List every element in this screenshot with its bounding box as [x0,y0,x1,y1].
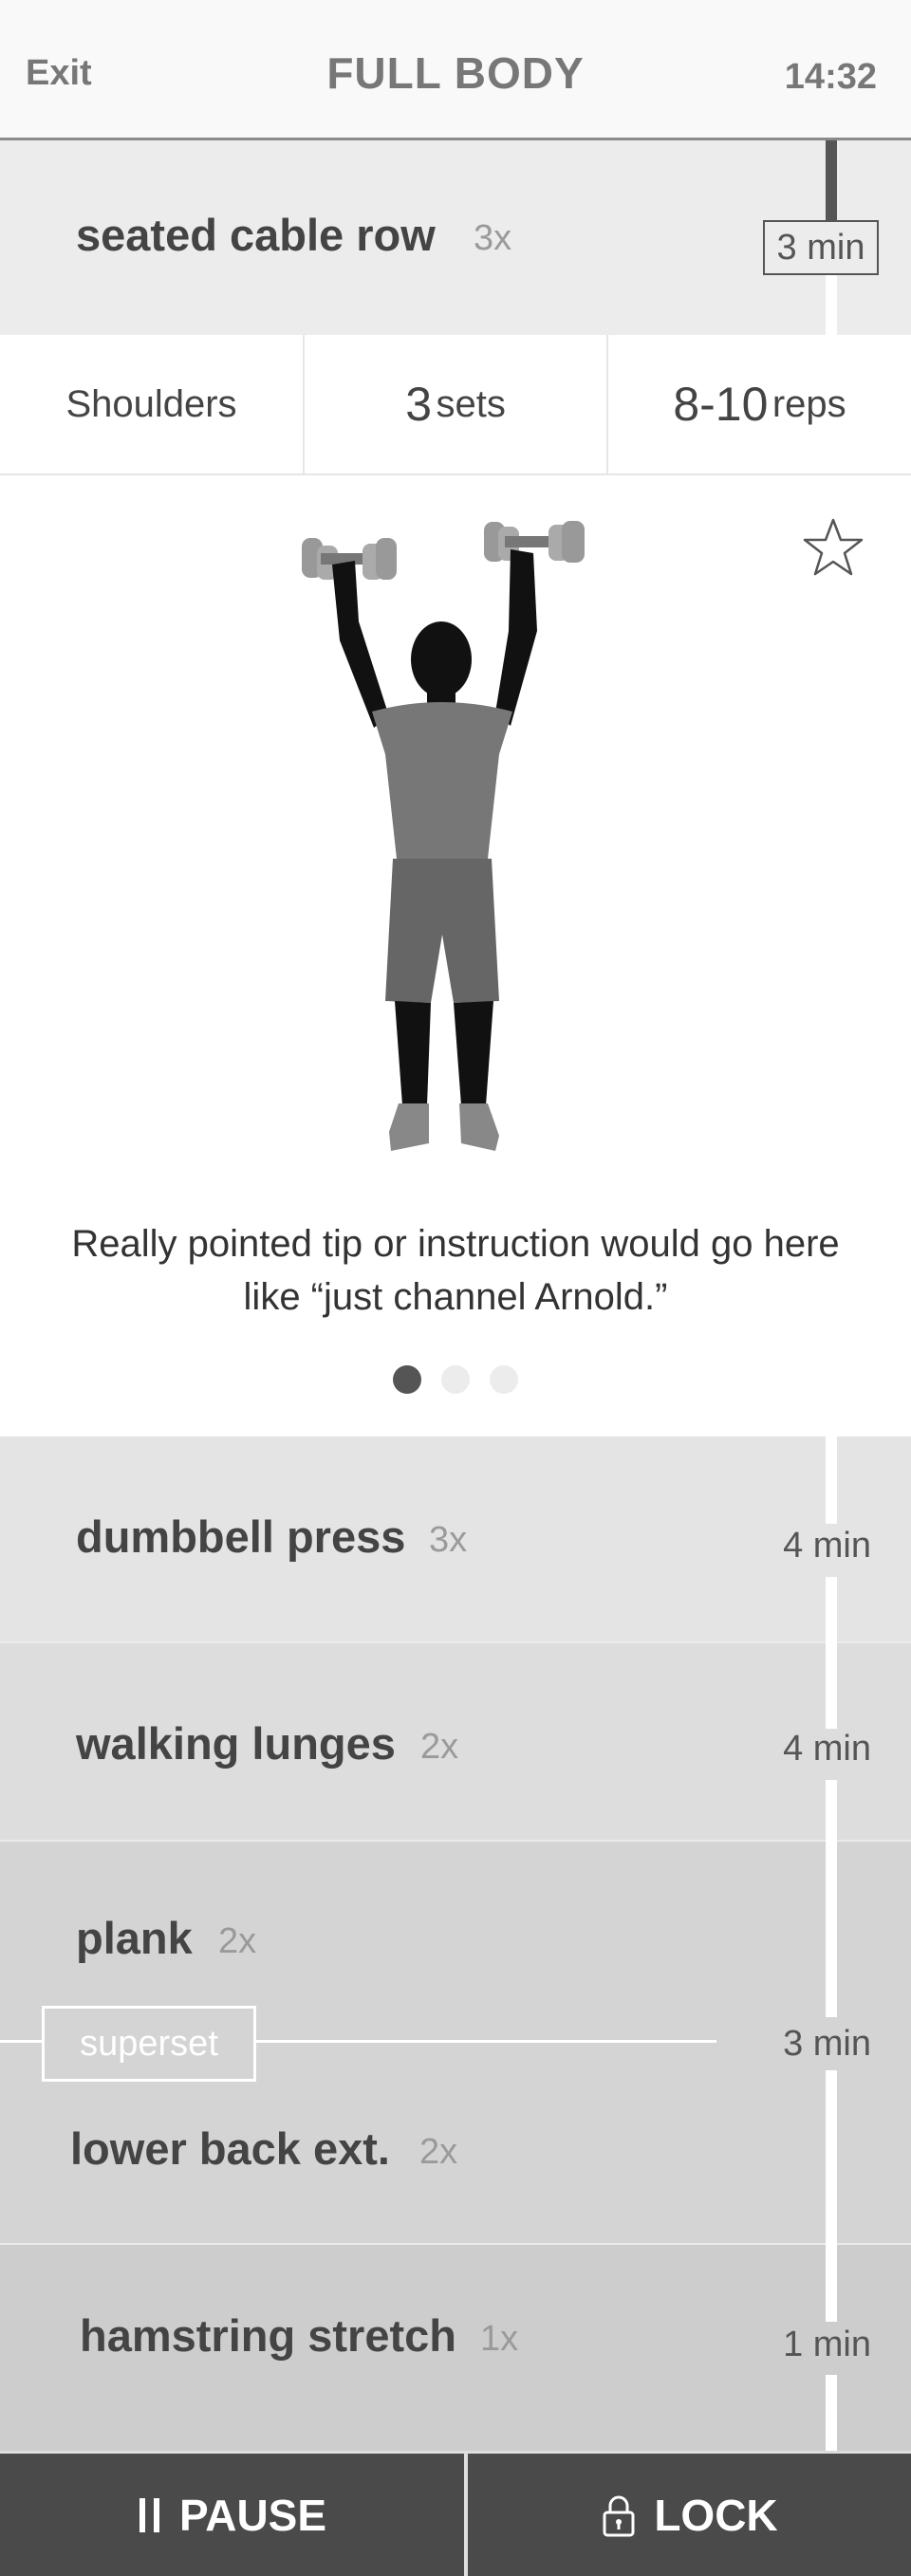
workout-timer: 14:32 [784,57,877,97]
exercise-name: plank [76,1913,193,1963]
dumbbell-icon [484,521,585,563]
reps-cell: 8-10 reps [608,335,911,473]
lock-label: LOCK [654,2490,778,2540]
exercise-name: hamstring stretch [80,2310,456,2361]
lock-icon [603,2495,635,2536]
exercise-tip: Really pointed tip or instruction would … [71,1223,840,1318]
exercise-duration: 4 min [783,1729,871,1769]
reps-unit: reps [772,382,846,425]
pager-dot[interactable] [393,1365,421,1394]
progress-track [826,1577,837,1729]
current-exercise-count: 3x [474,218,512,258]
current-exercise-name: seated cable row [76,210,436,260]
image-pager[interactable] [0,1365,911,1394]
pager-dot[interactable] [441,1365,470,1394]
exercise-demo-image [302,521,585,1151]
reps-value: 8-10 [673,378,769,431]
exercise-count: 1x [480,2319,519,2359]
progress-track [826,1780,837,2017]
sets-cell: 3 sets [305,335,606,473]
exercise-row[interactable]: walking lunges 2x 4 min [0,1641,911,1840]
progress-track [826,2070,837,2322]
pause-icon [139,2497,159,2532]
muscle-group-label: Shoulders [65,382,237,425]
pause-button[interactable]: PAUSE [0,2454,464,2576]
current-duration-badge: 3 min [763,220,879,275]
progress-track [826,2375,837,2451]
progress-fill [826,140,837,220]
paired-exercise-name: lower back ext. [70,2123,390,2174]
superset-badge: superset [42,2006,256,2082]
exercise-name: walking lunges [76,1718,396,1769]
sets-value: 3 [405,378,432,431]
exercise-duration: 4 min [783,1526,871,1566]
workout-title: FULL BODY [326,48,585,98]
bottom-bar: PAUSE LOCK [0,2451,911,2576]
exercise-name: dumbbell press [76,1511,406,1562]
lock-button[interactable]: LOCK [468,2454,911,2576]
exercise-count: 3x [429,1520,468,1560]
exercise-stats-bar: Shoulders 3 sets 8-10 reps [0,335,911,475]
exercise-duration: 1 min [783,2325,871,2364]
muscle-group-cell: Shoulders [0,335,303,473]
paired-exercise-count: 2x [419,2132,458,2172]
exercise-count: 2x [218,1921,257,1961]
superset-duration: 3 min [783,2024,871,2064]
progress-track [826,1436,837,1524]
exercise-count: 2x [420,1727,459,1767]
pager-dot[interactable] [490,1365,518,1394]
exercise-row[interactable]: hamstring stretch 1x 1 min [0,2243,911,2451]
exercise-row[interactable]: dumbbell press 3x 4 min [0,1436,911,1641]
sets-unit: sets [436,382,506,425]
pause-label: PAUSE [178,2490,327,2540]
top-bar: Exit FULL BODY 14:32 [0,0,911,140]
progress-track [826,275,837,335]
star-outline-icon[interactable] [802,517,865,580]
